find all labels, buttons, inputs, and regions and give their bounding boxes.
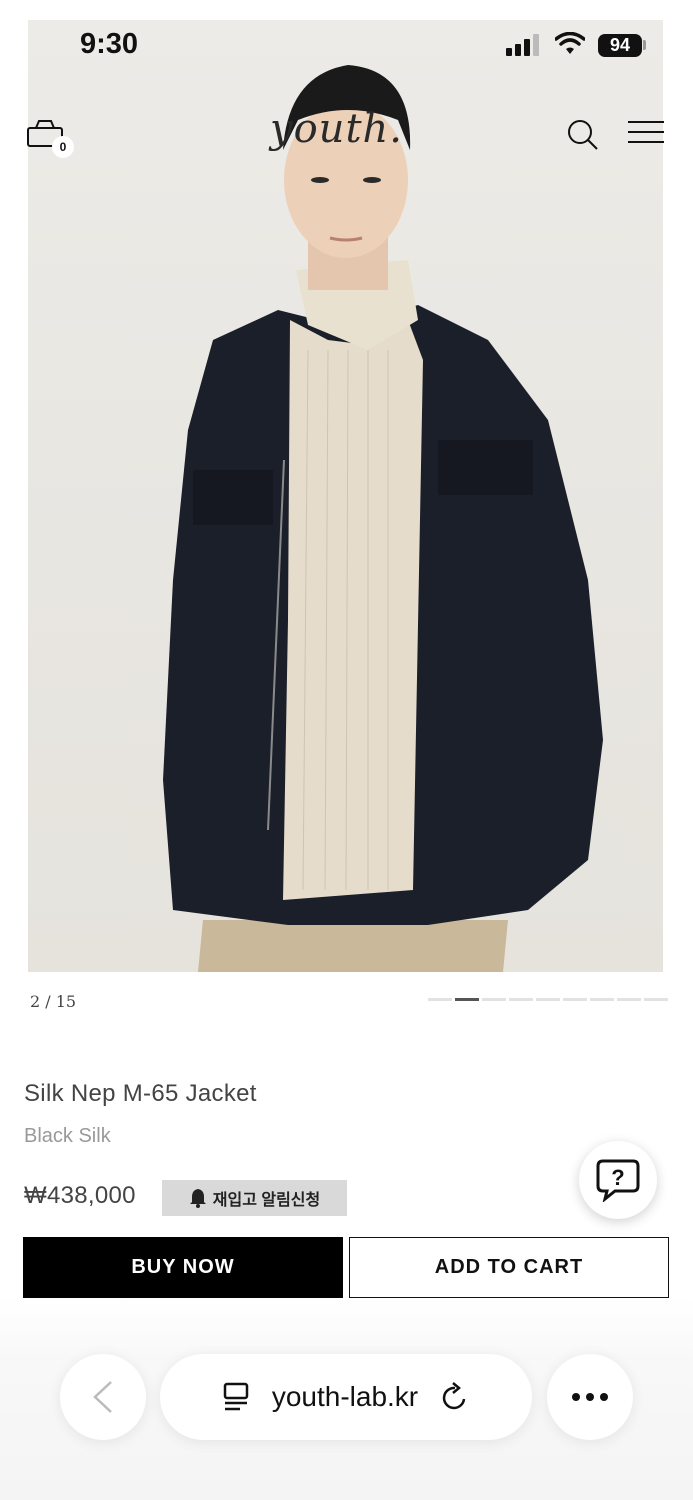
browser-url: youth-lab.kr <box>271 1381 419 1412</box>
more-dots-icon <box>572 1393 608 1401</box>
gallery-pagination[interactable] <box>428 998 668 1001</box>
battery-indicator: 94 <box>598 34 642 57</box>
gallery-dot[interactable] <box>509 998 533 1001</box>
gallery-dot[interactable] <box>482 998 506 1001</box>
gallery-counter: 2 / 15 <box>30 992 77 1011</box>
add-to-cart-button[interactable]: ADD TO CART <box>349 1237 669 1298</box>
wifi-icon <box>555 32 585 54</box>
product-color: Black Silk <box>24 1125 111 1147</box>
gallery-dot[interactable] <box>455 998 479 1001</box>
hamburger-menu-icon[interactable] <box>628 120 664 146</box>
browser-address-bar[interactable]: youth-lab.kr <box>160 1354 532 1440</box>
site-header: 0 youth. <box>0 100 693 170</box>
restock-alert-label: 재입고 알림신청 <box>212 1192 321 1209</box>
gallery-dot[interactable] <box>428 998 452 1001</box>
search-icon[interactable] <box>566 118 600 152</box>
product-title: Silk Nep M-65 Jacket <box>24 1080 257 1107</box>
gallery-dot[interactable] <box>563 998 587 1001</box>
cellular-signal-icon <box>506 34 539 56</box>
browser-more-button[interactable] <box>547 1354 633 1440</box>
chevron-left-icon <box>93 1381 112 1413</box>
restock-alert-button[interactable]: 재입고 알림신청 <box>162 1180 347 1216</box>
gallery-dot[interactable] <box>536 998 560 1001</box>
question-bubble-icon: ? <box>596 1159 640 1202</box>
gallery-dot[interactable] <box>617 998 641 1001</box>
gallery-dot[interactable] <box>644 998 668 1001</box>
product-price: ₩438,000 <box>24 1182 136 1209</box>
battery-tip <box>643 40 646 50</box>
reload-icon[interactable] <box>440 1381 470 1413</box>
browser-back-button[interactable] <box>60 1354 146 1440</box>
svg-text:?: ? <box>611 1165 624 1190</box>
page-menu-icon <box>223 1382 249 1411</box>
gallery-dot[interactable] <box>590 998 614 1001</box>
help-chat-button[interactable]: ? <box>579 1141 657 1219</box>
status-bar: 9:30 94 <box>0 0 693 60</box>
site-logo[interactable]: youth. <box>270 106 403 152</box>
bell-icon <box>189 1189 206 1208</box>
status-time: 9:30 <box>80 28 139 60</box>
buy-now-button[interactable]: BUY NOW <box>23 1237 343 1298</box>
cart-count-badge: 0 <box>52 136 74 158</box>
